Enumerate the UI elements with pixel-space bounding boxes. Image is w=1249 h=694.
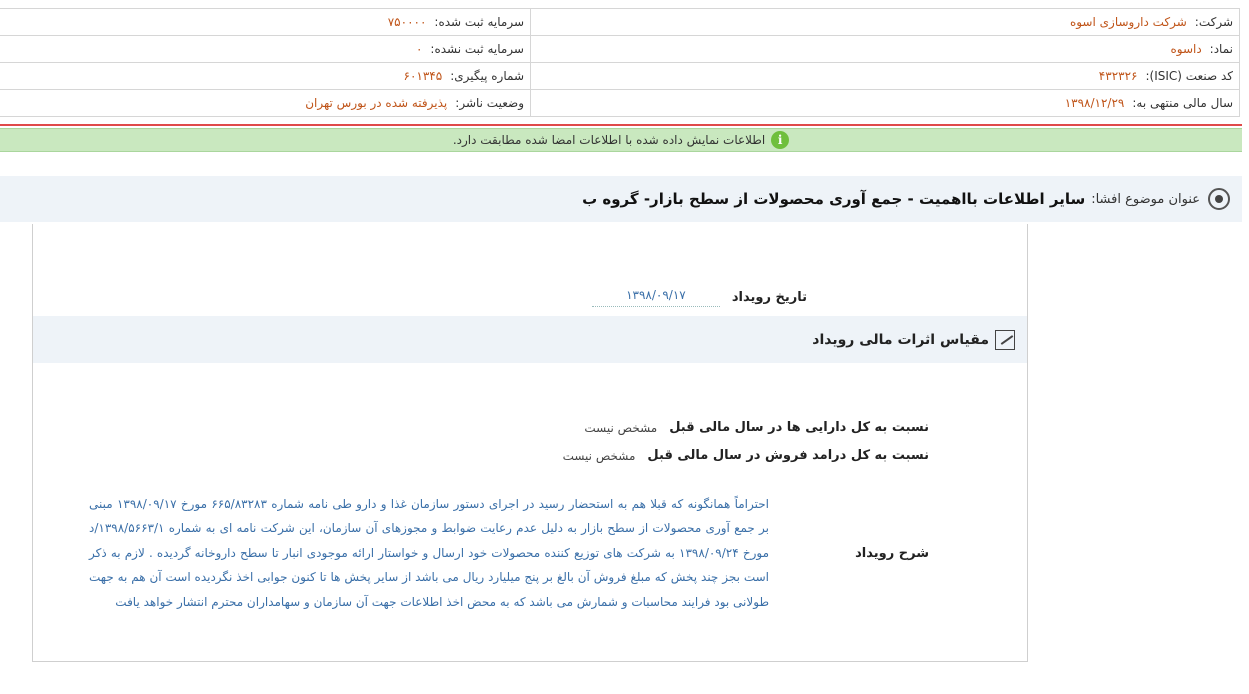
- section-title: مقیاس اثرات مالی رویداد: [812, 331, 989, 348]
- info-row: شرکت: شرکت داروسازی اسوه سرمایه ثبت شده:…: [0, 9, 1240, 36]
- info-row: نماد: داسوه سرمایه ثبت نشده: ۰: [0, 36, 1240, 63]
- symbol-label: نماد:: [1209, 42, 1233, 56]
- company-value[interactable]: شرکت داروسازی اسوه: [1070, 15, 1187, 29]
- description-block: شرح رویداد احتراماً همانگونه که قبلا هم …: [33, 492, 1027, 616]
- symbol-cell: نماد: داسوه: [530, 36, 1240, 62]
- ratio-sales-row: نسبت به کل درامد فروش در سال مالی قبل مش…: [563, 448, 929, 463]
- isic-value: ۴۳۲۳۲۶: [1098, 69, 1138, 83]
- ratio-assets-value: مشخص نیست: [584, 420, 658, 435]
- tracking-value: ۶۰۱۳۴۵: [403, 69, 443, 83]
- info-icon: i: [771, 131, 790, 149]
- description-label: شرح رویداد: [855, 546, 929, 561]
- divider-line: [0, 124, 1242, 126]
- info-row: کد صنعت (ISIC): ۴۳۲۳۲۶ شماره پیگیری: ۶۰۱…: [0, 63, 1240, 90]
- publisher-status-value: پذیرفته شده در بورس تهران: [305, 96, 448, 110]
- title-label: عنوان موضوع افشا:: [1091, 191, 1200, 207]
- banner-text: اطلاعات نمایش داده شده با اطلاعات امضا ش…: [452, 133, 766, 147]
- section-header: مقیاس اثرات مالی رویداد: [33, 316, 1027, 363]
- company-cell: شرکت: شرکت داروسازی اسوه: [530, 9, 1240, 35]
- ratio-sales-label: نسبت به کل درامد فروش در سال مالی قبل: [647, 448, 929, 463]
- isic-label: کد صنعت (ISIC):: [1145, 69, 1233, 83]
- symbol-value[interactable]: داسوه: [1170, 42, 1201, 56]
- company-label: شرکت:: [1194, 15, 1233, 29]
- info-row: سال مالی منتهی به: ۱۳۹۸/۱۲/۲۹ وضعیت ناشر…: [0, 90, 1240, 117]
- isic-cell: کد صنعت (ISIC): ۴۳۲۳۲۶: [530, 63, 1240, 89]
- publisher-status-cell: وضعیت ناشر: پذیرفته شده در بورس تهران: [0, 90, 530, 116]
- disclosure-title-bar: عنوان موضوع افشا: سایر اطلاعات بااهمیت -…: [0, 176, 1242, 222]
- unregistered-capital-label: سرمایه ثبت نشده:: [430, 42, 524, 56]
- fiscal-year-value: ۱۳۹۸/۱۲/۲۹: [1064, 96, 1125, 110]
- verification-banner: i اطلاعات نمایش داده شده با اطلاعات امضا…: [0, 128, 1242, 152]
- fiscal-year-cell: سال مالی منتهی به: ۱۳۹۸/۱۲/۲۹: [530, 90, 1240, 116]
- unregistered-capital-value: ۰: [415, 42, 423, 56]
- company-info-table: شرکت: شرکت داروسازی اسوه سرمایه ثبت شده:…: [0, 8, 1240, 117]
- event-date-label: تاریخ رویداد: [731, 290, 807, 305]
- ratio-assets-label: نسبت به کل دارایی ها در سال مالی قبل: [669, 420, 929, 435]
- unregistered-capital-cell: سرمایه ثبت نشده: ۰: [0, 36, 530, 62]
- tracking-label: شماره پیگیری:: [450, 69, 524, 83]
- fiscal-year-label: سال مالی منتهی به:: [1132, 96, 1233, 110]
- event-date-row: تاریخ رویداد ۱۳۹۸/۰۹/۱۷: [591, 288, 807, 307]
- registered-capital-label: سرمایه ثبت شده:: [434, 15, 524, 29]
- publisher-status-label: وضعیت ناشر:: [455, 96, 524, 110]
- event-panel: تاریخ رویداد ۱۳۹۸/۰۹/۱۷ مقیاس اثرات مالی…: [32, 224, 1028, 662]
- title-value: سایر اطلاعات بااهمیت - جمع آوری محصولات …: [582, 190, 1086, 208]
- ratio-assets-row: نسبت به کل دارایی ها در سال مالی قبل مشخ…: [584, 420, 929, 435]
- registered-capital-value: ۷۵۰۰۰۰: [387, 15, 427, 29]
- target-icon: [1202, 188, 1236, 210]
- edit-icon: [995, 329, 1015, 350]
- event-date-value: ۱۳۹۸/۰۹/۱۷: [591, 288, 720, 307]
- tracking-cell: شماره پیگیری: ۶۰۱۳۴۵: [0, 63, 530, 89]
- ratio-sales-value: مشخص نیست: [562, 448, 636, 463]
- registered-capital-cell: سرمایه ثبت شده: ۷۵۰۰۰۰: [0, 9, 530, 35]
- description-text: احتراماً همانگونه که قبلا هم به استحضار …: [89, 497, 770, 609]
